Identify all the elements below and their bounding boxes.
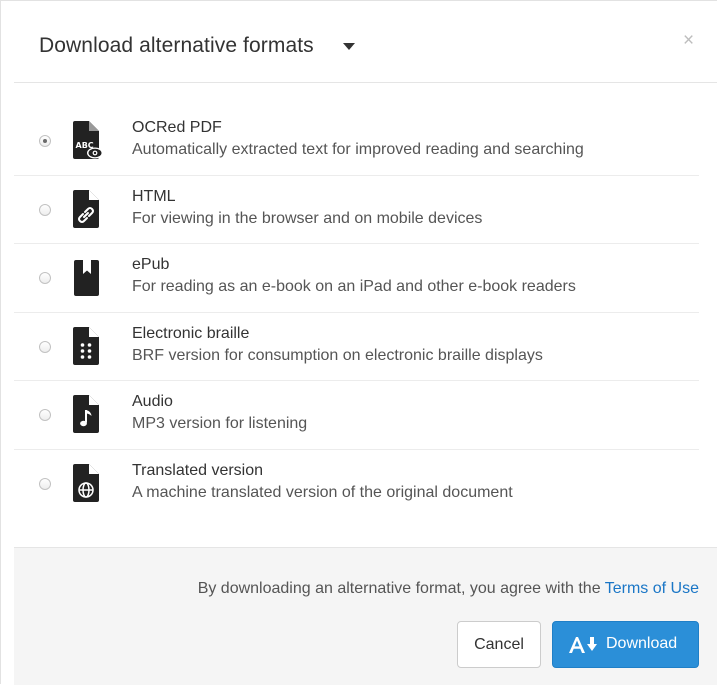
download-button[interactable]: Download xyxy=(552,621,699,668)
dialog-footer: By downloading an alternative format, yo… xyxy=(14,547,717,685)
format-option-epub[interactable]: ePub For reading as an e-book on an iPad… xyxy=(14,244,699,313)
format-title: Translated version xyxy=(132,461,264,479)
download-accessible-icon xyxy=(568,636,598,659)
format-option-audio[interactable]: Audio MP3 version for listening xyxy=(14,381,699,450)
format-title: ePub xyxy=(132,256,170,273)
format-option-html[interactable]: HTML For viewing in the browser and on m… xyxy=(14,176,699,244)
format-description: MP3 version for listening xyxy=(132,415,308,432)
epub-book-icon xyxy=(73,258,103,298)
format-options-list: ABC OCRed PDF Automatically extracted te… xyxy=(14,107,699,518)
format-description: A machine translated version of the orig… xyxy=(132,483,513,501)
format-title: OCRed PDF xyxy=(132,119,222,136)
format-title: Electronic braille xyxy=(132,324,250,342)
braille-icon xyxy=(73,326,103,367)
format-option-braille[interactable]: Electronic braille BRF version for consu… xyxy=(14,313,699,381)
format-description: For viewing in the browser and on mobile… xyxy=(132,209,483,227)
terms-text: By downloading an alternative format, yo… xyxy=(197,580,605,597)
download-formats-dialog: Download alternative formats × ABC OCRed… xyxy=(0,0,717,685)
globe-translate-icon xyxy=(73,463,103,504)
format-option-ocred-pdf[interactable]: ABC OCRed PDF Automatically extracted te… xyxy=(14,107,699,176)
format-radio[interactable] xyxy=(39,340,51,353)
format-title: HTML xyxy=(132,187,176,205)
format-radio[interactable] xyxy=(39,409,51,421)
close-icon[interactable]: × xyxy=(683,31,694,50)
download-label: Download xyxy=(606,635,678,652)
format-description: Automatically extracted text for improve… xyxy=(132,141,584,158)
format-description: BRF version for consumption on electroni… xyxy=(132,346,543,364)
audio-note-icon xyxy=(73,395,103,435)
format-description: For reading as an e-book on an iPad and … xyxy=(132,278,576,295)
cancel-button[interactable]: Cancel xyxy=(457,621,541,668)
format-radio[interactable] xyxy=(39,203,51,216)
format-option-translated[interactable]: Translated version A machine translated … xyxy=(14,450,699,519)
terms-notice: By downloading an alternative format, yo… xyxy=(198,580,699,598)
dialog-title[interactable]: Download alternative formats xyxy=(39,34,314,58)
terms-of-use-link[interactable]: Terms of Use xyxy=(605,580,699,597)
format-radio[interactable] xyxy=(39,272,51,284)
format-radio[interactable] xyxy=(39,477,51,490)
caret-down-icon[interactable] xyxy=(343,43,355,50)
dialog-header: Download alternative formats × xyxy=(14,11,717,83)
format-title: Audio xyxy=(132,393,173,410)
ocr-pdf-icon: ABC xyxy=(73,121,103,161)
format-radio[interactable] xyxy=(39,135,51,147)
html-link-icon xyxy=(73,189,103,230)
